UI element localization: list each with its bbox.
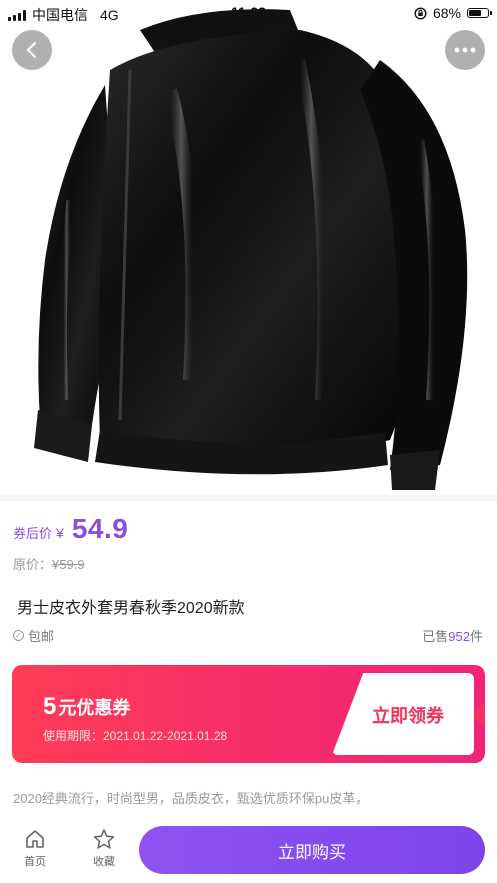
- back-button[interactable]: [12, 30, 52, 70]
- original-price: ¥59.9: [52, 557, 85, 572]
- battery-icon: [467, 8, 492, 18]
- tab-favorite[interactable]: 收藏: [79, 828, 129, 869]
- chevron-left-icon: [26, 41, 37, 59]
- section-divider: [0, 495, 497, 501]
- original-price-label: 原价：: [13, 557, 53, 572]
- bottom-action-bar: 首页 收藏 立即购买: [0, 818, 497, 883]
- orientation-lock-icon: [414, 6, 427, 20]
- status-right: 68%: [414, 5, 492, 21]
- coupon-validity: 使用期限：2021.01.22-2021.01.28: [43, 729, 228, 743]
- product-image[interactable]: [0, 0, 497, 495]
- star-icon: [93, 829, 115, 849]
- coupon-card[interactable]: 5 元优惠券 使用期限：2021.01.22-2021.01.28 立即领券: [12, 665, 485, 763]
- home-icon: [26, 830, 44, 848]
- battery-fill: [469, 10, 481, 16]
- coupon-value: 5: [43, 693, 57, 720]
- battery-percent: 68%: [432, 5, 461, 21]
- status-bar: 中国电信 4G 11:23 68%: [0, 0, 497, 26]
- currency-symbol: ¥: [56, 525, 64, 541]
- tab-home[interactable]: 首页: [10, 828, 60, 869]
- price-label: 券后价: [13, 526, 53, 541]
- claim-coupon-button[interactable]: 立即领券: [372, 702, 444, 728]
- product-title: 男士皮衣外套男春秋季2020新款: [17, 600, 245, 617]
- product-description: 2020经典流行，时尚型男，品质皮衣，甄选优质环保pu皮革，: [13, 791, 369, 806]
- shipping-label: 包邮: [28, 629, 55, 644]
- coupon-notch: [475, 704, 485, 724]
- shipping-info: ✓ 包邮: [13, 626, 54, 645]
- price-row: 券后价 ¥ 54.9: [13, 513, 128, 545]
- tab-home-label: 首页: [24, 856, 46, 868]
- original-price-row: 原价：¥59.9: [13, 554, 85, 573]
- sold-number: 952: [448, 629, 470, 644]
- ellipsis-icon: [454, 47, 476, 53]
- coupon-amount: 5 元优惠券: [43, 693, 130, 721]
- coupon-label: 元优惠券: [58, 698, 131, 718]
- tab-favorite-label: 收藏: [93, 856, 115, 868]
- sold-count: 已售952件: [422, 626, 483, 645]
- jacket-illustration: [34, 9, 468, 490]
- check-icon: ✓: [13, 630, 24, 641]
- buy-now-button[interactable]: 立即购买: [139, 826, 485, 874]
- coupon-price: 54.9: [71, 513, 129, 544]
- more-button[interactable]: [445, 30, 485, 70]
- sold-prefix: 已售: [422, 629, 449, 644]
- sold-suffix: 件: [469, 629, 483, 644]
